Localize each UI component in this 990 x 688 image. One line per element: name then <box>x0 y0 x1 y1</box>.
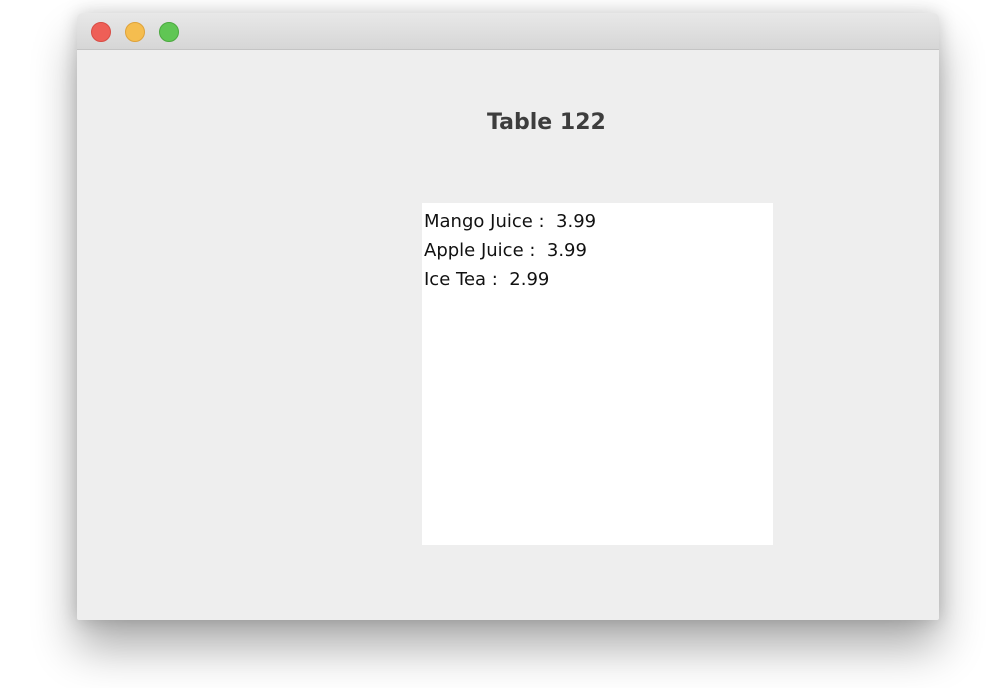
zoom-window-button[interactable] <box>159 22 179 42</box>
table-title: Table 122 <box>487 110 606 135</box>
close-window-button[interactable] <box>91 22 111 42</box>
order-items-list[interactable]: Mango Juice : 3.99 Apple Juice : 3.99 Ic… <box>422 203 773 545</box>
list-item-apple-juice[interactable]: Apple Juice : 3.99 <box>422 236 773 265</box>
list-item-mango-juice[interactable]: Mango Juice : 3.99 <box>422 207 773 236</box>
title-bar[interactable] <box>77 13 939 50</box>
window-content: Table 122 Mango Juice : 3.99 Apple Juice… <box>77 50 939 620</box>
desktop: Table 122 Mango Juice : 3.99 Apple Juice… <box>0 0 990 688</box>
list-item-ice-tea[interactable]: Ice Tea : 2.99 <box>422 265 773 294</box>
app-window: Table 122 Mango Juice : 3.99 Apple Juice… <box>77 13 939 620</box>
minimize-window-button[interactable] <box>125 22 145 42</box>
